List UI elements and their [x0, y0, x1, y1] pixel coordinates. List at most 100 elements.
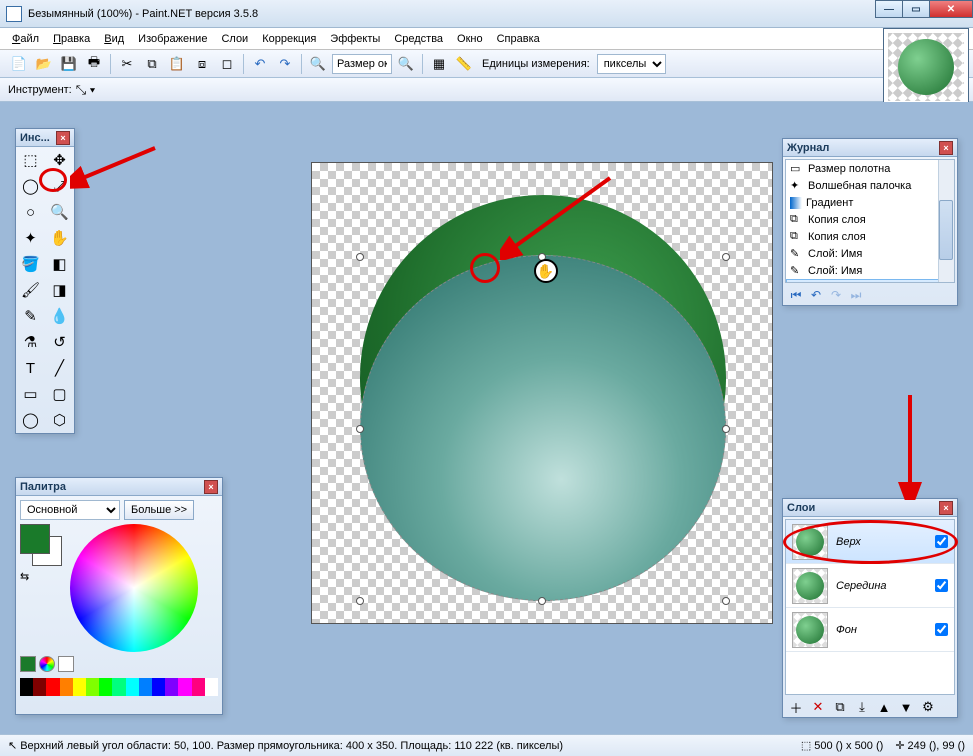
canvas[interactable]: ✋ [311, 162, 773, 624]
pan-tool[interactable]: ✋ [45, 225, 74, 251]
move-tool[interactable]: ✥ [45, 147, 74, 173]
crop-icon[interactable]: ⧈ [191, 53, 213, 75]
move-selection-tool[interactable]: ⤢ [45, 173, 74, 199]
layers-list[interactable]: Верх Середина Фон [785, 519, 955, 695]
move-up-icon[interactable]: ▲ [875, 699, 893, 715]
minimize-button[interactable]: — [875, 0, 903, 18]
layer-item[interactable]: Фон [786, 608, 954, 652]
selection-handle[interactable] [356, 253, 364, 261]
selection-handle[interactable] [356, 425, 364, 433]
more-button[interactable]: Больше >> [124, 500, 194, 520]
menu-correction[interactable]: Коррекция [262, 33, 316, 45]
print-icon[interactable]: 🖶 [83, 53, 105, 75]
layer-props-icon[interactable]: ⚙ [919, 699, 937, 715]
menu-edit[interactable]: Правка [53, 33, 90, 45]
zoom-tool[interactable]: 🔍 [45, 199, 74, 225]
ellipse-select-tool[interactable]: ○ [16, 199, 45, 225]
pencil-tool[interactable]: ✎ [16, 303, 45, 329]
maximize-button[interactable]: ▭ [902, 0, 930, 18]
zoom-actual-icon[interactable]: 🔍 [395, 53, 417, 75]
ruler-icon[interactable]: 📏 [453, 53, 475, 75]
history-panel-close-icon[interactable]: × [939, 141, 953, 155]
history-panel[interactable]: Журнал × ▭Размер полотна ✦Волшебная пало… [782, 138, 958, 306]
paste-icon[interactable]: 📋 [166, 53, 188, 75]
history-item[interactable]: ⤡Изменение размера о...▾ [786, 279, 954, 283]
history-item[interactable]: ✦Волшебная палочка [786, 177, 954, 194]
rect-select-tool[interactable]: ⬚ [16, 147, 45, 173]
layer-visible-checkbox[interactable] [935, 623, 948, 636]
close-button[interactable]: ✕ [929, 0, 973, 18]
palette-panel[interactable]: Палитра × Основной Больше >> ⇆ [15, 477, 223, 715]
color-wheel[interactable] [70, 524, 198, 652]
history-undo-icon[interactable]: ↶ [807, 287, 825, 303]
scrollbar[interactable] [938, 160, 954, 282]
add-layer-icon[interactable]: ＋ [787, 699, 805, 715]
history-item[interactable]: ⧉Копия слоя [786, 211, 954, 228]
color-picker-icon[interactable] [39, 656, 55, 672]
tools-panel-close-icon[interactable]: × [56, 131, 70, 145]
history-list[interactable]: ▭Размер полотна ✦Волшебная палочка Гради… [785, 159, 955, 283]
history-item[interactable]: ✎Слой: Имя [786, 262, 954, 279]
menu-effects[interactable]: Эффекты [330, 33, 380, 45]
selection-handle[interactable] [722, 253, 730, 261]
menu-layers[interactable]: Слои [221, 33, 248, 45]
color-swatch-pair[interactable] [20, 524, 62, 566]
duplicate-layer-icon[interactable]: ⧉ [831, 699, 849, 715]
menu-image[interactable]: Изображение [138, 33, 207, 45]
cut-icon[interactable]: ✂ [116, 53, 138, 75]
undo-icon[interactable]: ↶ [249, 53, 271, 75]
history-item[interactable]: ▭Размер полотна [786, 160, 954, 177]
recent-color[interactable] [20, 656, 36, 672]
recent-color[interactable] [58, 656, 74, 672]
new-file-icon[interactable]: 📄 [8, 53, 30, 75]
ellipse-tool[interactable]: ◯ [16, 407, 45, 433]
save-icon[interactable]: 💾 [58, 53, 80, 75]
layer-item[interactable]: Середина [786, 564, 954, 608]
lasso-tool[interactable]: ◯ [16, 173, 45, 199]
clone-tool[interactable]: ⚗ [16, 329, 45, 355]
copy-icon[interactable]: ⧉ [141, 53, 163, 75]
redo-icon[interactable]: ↷ [274, 53, 296, 75]
selection-handle[interactable] [538, 597, 546, 605]
line-tool[interactable]: ╱ [45, 355, 74, 381]
palette-mode-select[interactable]: Основной [20, 500, 120, 520]
menu-view[interactable]: Вид [104, 33, 124, 45]
move-down-icon[interactable]: ▼ [897, 699, 915, 715]
primary-color-swatch[interactable] [20, 524, 50, 554]
zoom-icon[interactable]: 🔍 [307, 53, 329, 75]
color-picker-tool[interactable]: 💧 [45, 303, 74, 329]
selection-handle[interactable] [356, 597, 364, 605]
layer-visible-checkbox[interactable] [935, 535, 948, 548]
history-forward-icon[interactable]: ⏭ [847, 287, 865, 303]
freeform-tool[interactable]: ⬡ [45, 407, 74, 433]
history-rewind-icon[interactable]: ⏮ [787, 287, 805, 303]
selection-area[interactable] [360, 255, 726, 601]
history-item[interactable]: ✎Слой: Имя [786, 245, 954, 262]
tools-panel[interactable]: Инс... × ⬚ ✥ ◯ ⤢ ○ 🔍 ✦ ✋ 🪣 ◧ 🖌 ◨ ✎ 💧 ⚗ ↺… [15, 128, 75, 434]
recolor-tool[interactable]: ↺ [45, 329, 74, 355]
document-thumbnail[interactable] [883, 28, 969, 106]
menu-file[interactable]: Файл [12, 33, 39, 45]
fill-tool[interactable]: 🪣 [16, 251, 45, 277]
palette-panel-close-icon[interactable]: × [204, 480, 218, 494]
open-file-icon[interactable]: 📂 [33, 53, 55, 75]
current-tool-icon[interactable]: ⤡ ▾ [76, 82, 95, 98]
deselect-icon[interactable]: ◻ [216, 53, 238, 75]
history-item[interactable]: ⧉Копия слоя [786, 228, 954, 245]
merge-down-icon[interactable]: ⤓ [853, 699, 871, 715]
gradient-tool[interactable]: ◧ [45, 251, 74, 277]
rect-tool[interactable]: ▭ [16, 381, 45, 407]
scrollbar-thumb[interactable] [939, 200, 953, 260]
units-select[interactable]: пикселы [597, 54, 666, 74]
grid-icon[interactable]: ▦ [428, 53, 450, 75]
history-item[interactable]: Градиент [786, 194, 954, 211]
swap-colors-icon[interactable]: ⇆ [20, 570, 62, 583]
selection-handle[interactable] [722, 425, 730, 433]
magic-wand-tool[interactable]: ✦ [16, 225, 45, 251]
selection-handle[interactable] [722, 597, 730, 605]
brush-tool[interactable]: 🖌 [16, 277, 45, 303]
layers-panel[interactable]: Слои × Верх Середина Фон ＋ ✕ ⧉ ⤓ ▲ ▼ ⚙ [782, 498, 958, 718]
layers-panel-close-icon[interactable]: × [939, 501, 953, 515]
text-tool[interactable]: T [16, 355, 45, 381]
menu-window[interactable]: Окно [457, 33, 483, 45]
